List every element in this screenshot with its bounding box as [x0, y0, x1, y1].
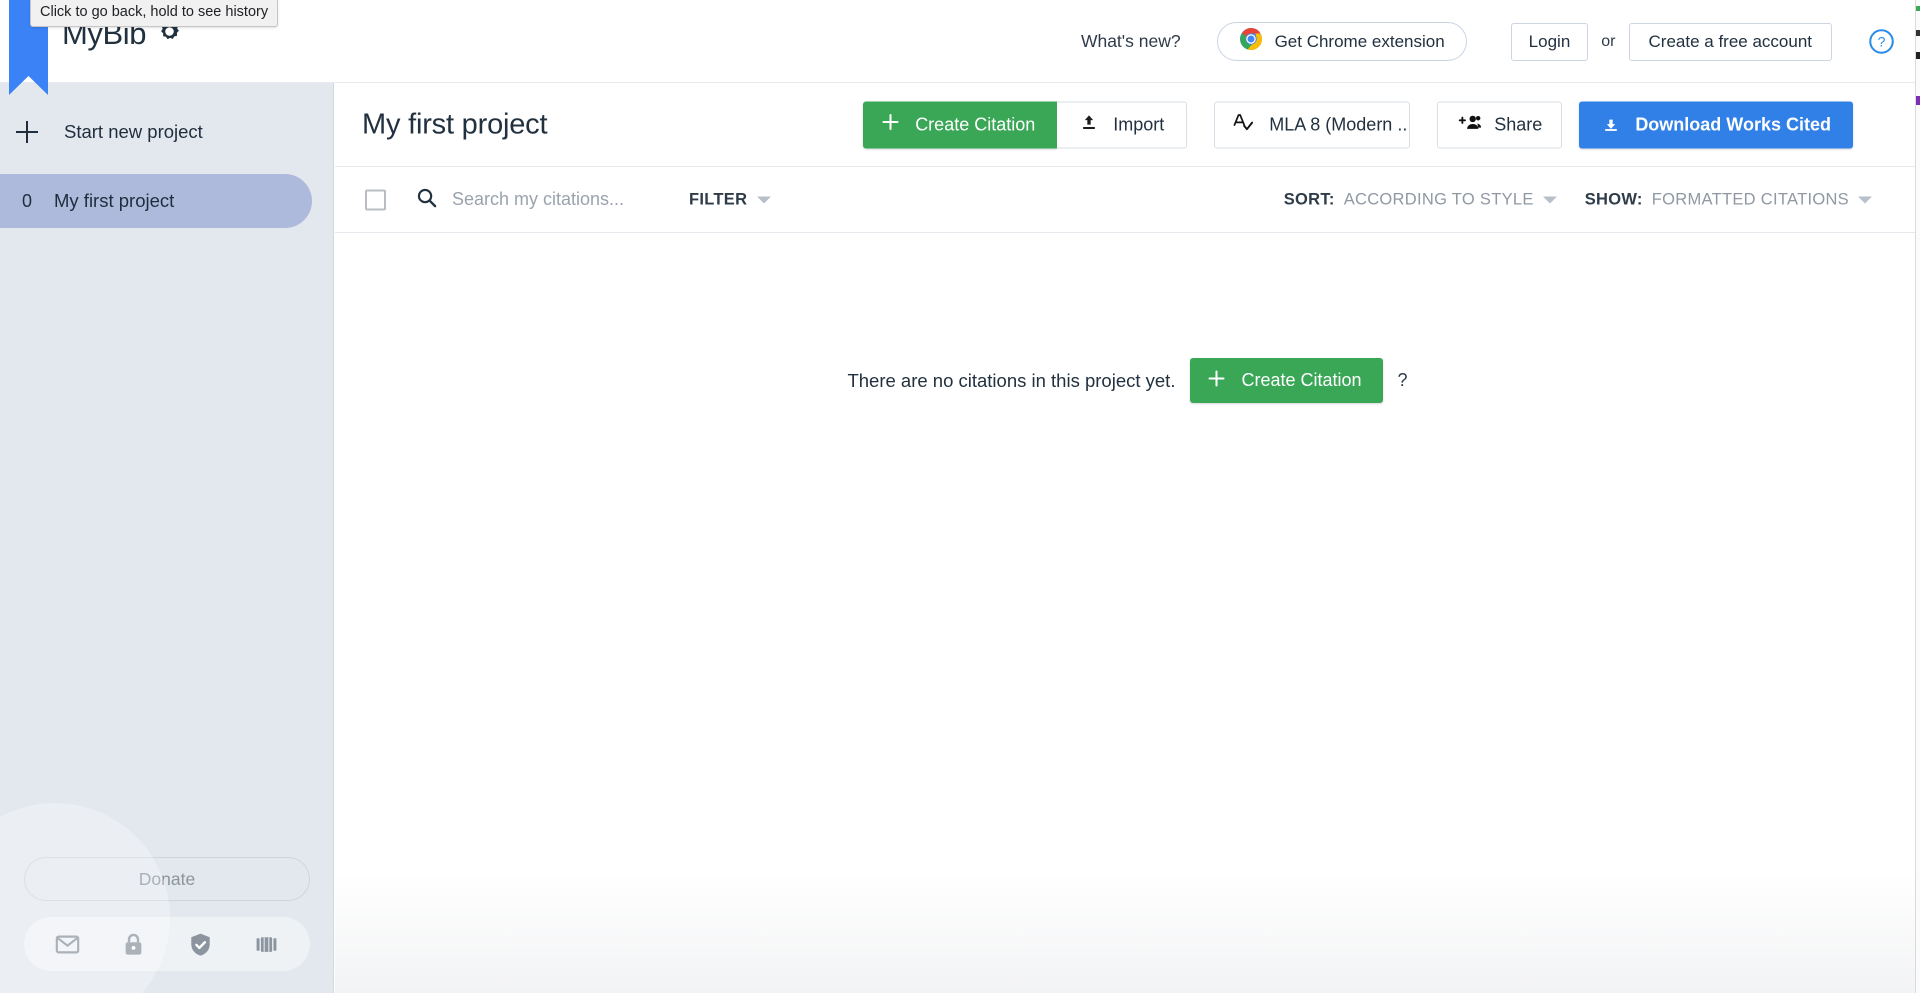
show-key-label: SHOW: — [1584, 190, 1643, 208]
sidebar-item-my-first-project[interactable]: 0 My first project — [0, 174, 312, 228]
start-new-project-label: Start new project — [64, 121, 203, 142]
chrome-icon — [1239, 27, 1263, 56]
browser-back-tooltip: Click to go back, hold to see history — [30, 0, 279, 28]
get-chrome-extension-button[interactable]: Get Chrome extension — [1216, 22, 1467, 61]
shield-check-icon[interactable] — [187, 931, 214, 958]
share-button[interactable]: Share — [1437, 101, 1563, 148]
site-header: MyBib What's new? Get Chrome extension L… — [0, 0, 1920, 83]
project-toolbar: My first project Create Citation Import … — [335, 83, 1920, 167]
chrome-extension-label: Get Chrome extension — [1274, 31, 1445, 51]
adjacent-window-edge — [1915, 0, 1920, 993]
envelope-icon[interactable] — [54, 931, 81, 958]
share-label: Share — [1494, 114, 1543, 134]
import-button[interactable]: Import — [1057, 101, 1188, 148]
import-label: Import — [1113, 114, 1165, 134]
checkbox-unchecked-icon[interactable] — [365, 189, 386, 210]
project-citation-count: 0 — [21, 190, 32, 211]
download-icon — [1601, 112, 1621, 137]
sort-value-label: ACCORDING TO STYLE — [1343, 190, 1534, 208]
start-new-project-button[interactable]: Start new project — [0, 105, 312, 159]
filter-label: FILTER — [689, 190, 748, 208]
search-icon — [415, 186, 438, 214]
search-area — [415, 186, 722, 214]
upload-icon — [1079, 112, 1099, 137]
citation-style-label: MLA 8 (Modern ... — [1269, 114, 1411, 134]
bottom-fade — [335, 873, 1920, 993]
sort-key-label: SORT: — [1283, 190, 1335, 208]
book-icon[interactable] — [253, 931, 280, 958]
sidebar-footer: Donate — [0, 857, 333, 993]
create-citation-label: Create Citation — [915, 114, 1036, 134]
chevron-down-icon — [757, 196, 772, 203]
sort-show-controls: SORT: ACCORDING TO STYLE SHOW: FORMATTED… — [1284, 190, 1872, 209]
filter-dropdown[interactable]: FILTER — [689, 190, 772, 209]
citation-style-selector[interactable]: MLA 8 (Modern ... — [1214, 101, 1411, 148]
person-add-icon — [1457, 111, 1482, 138]
or-separator: or — [1601, 32, 1616, 50]
empty-state-message: There are no citations in this project y… — [847, 369, 1176, 391]
empty-state-create-citation-button[interactable]: Create Citation — [1190, 358, 1383, 403]
download-works-cited-button[interactable]: Download Works Cited — [1579, 101, 1853, 148]
donate-button[interactable]: Donate — [24, 857, 310, 901]
plus-icon — [1206, 368, 1227, 394]
login-label: Login — [1528, 31, 1571, 51]
show-dropdown[interactable]: SHOW: FORMATTED CITATIONS — [1585, 190, 1872, 209]
citation-filter-bar: FILTER SORT: ACCORDING TO STYLE SHOW: FO… — [335, 167, 1920, 233]
sort-dropdown[interactable]: SORT: ACCORDING TO STYLE — [1284, 190, 1557, 209]
svg-text:?: ? — [1878, 34, 1886, 50]
header-actions: What's new? Get Chrome extension Login o… — [1081, 0, 1920, 83]
plus-icon — [880, 112, 901, 138]
create-account-label: Create a free account — [1648, 31, 1812, 51]
page-title: My first project — [362, 108, 548, 140]
empty-state-button-label: Create Citation — [1241, 370, 1362, 390]
toolbar-actions: Create Citation Import MLA 8 (Modern ...… — [863, 101, 1853, 148]
sidebar: Start new project 0 My first project Don… — [0, 83, 334, 993]
whats-new-link[interactable]: What's new? — [1081, 31, 1181, 52]
spellcheck-a-icon — [1231, 110, 1255, 139]
create-citation-button[interactable]: Create Citation — [863, 101, 1058, 148]
project-name-label: My first project — [54, 190, 175, 211]
chevron-down-icon — [1542, 196, 1557, 203]
empty-state-help-link[interactable]: ? — [1398, 370, 1408, 391]
download-works-cited-label: Download Works Cited — [1635, 114, 1831, 134]
login-button[interactable]: Login — [1510, 22, 1589, 61]
chevron-down-icon — [1858, 196, 1872, 203]
search-input[interactable] — [452, 189, 722, 210]
lock-icon[interactable] — [120, 931, 147, 958]
help-circle-icon[interactable]: ? — [1868, 28, 1895, 55]
create-account-button[interactable]: Create a free account — [1628, 22, 1832, 61]
sidebar-footer-icons — [24, 917, 310, 971]
main-content: My first project Create Citation Import … — [335, 83, 1920, 993]
plus-icon — [12, 117, 42, 147]
donate-label: Donate — [138, 868, 196, 889]
app-root: MyBib What's new? Get Chrome extension L… — [0, 0, 1920, 993]
empty-state: There are no citations in this project y… — [335, 358, 1920, 403]
show-value-label: FORMATTED CITATIONS — [1651, 190, 1849, 208]
